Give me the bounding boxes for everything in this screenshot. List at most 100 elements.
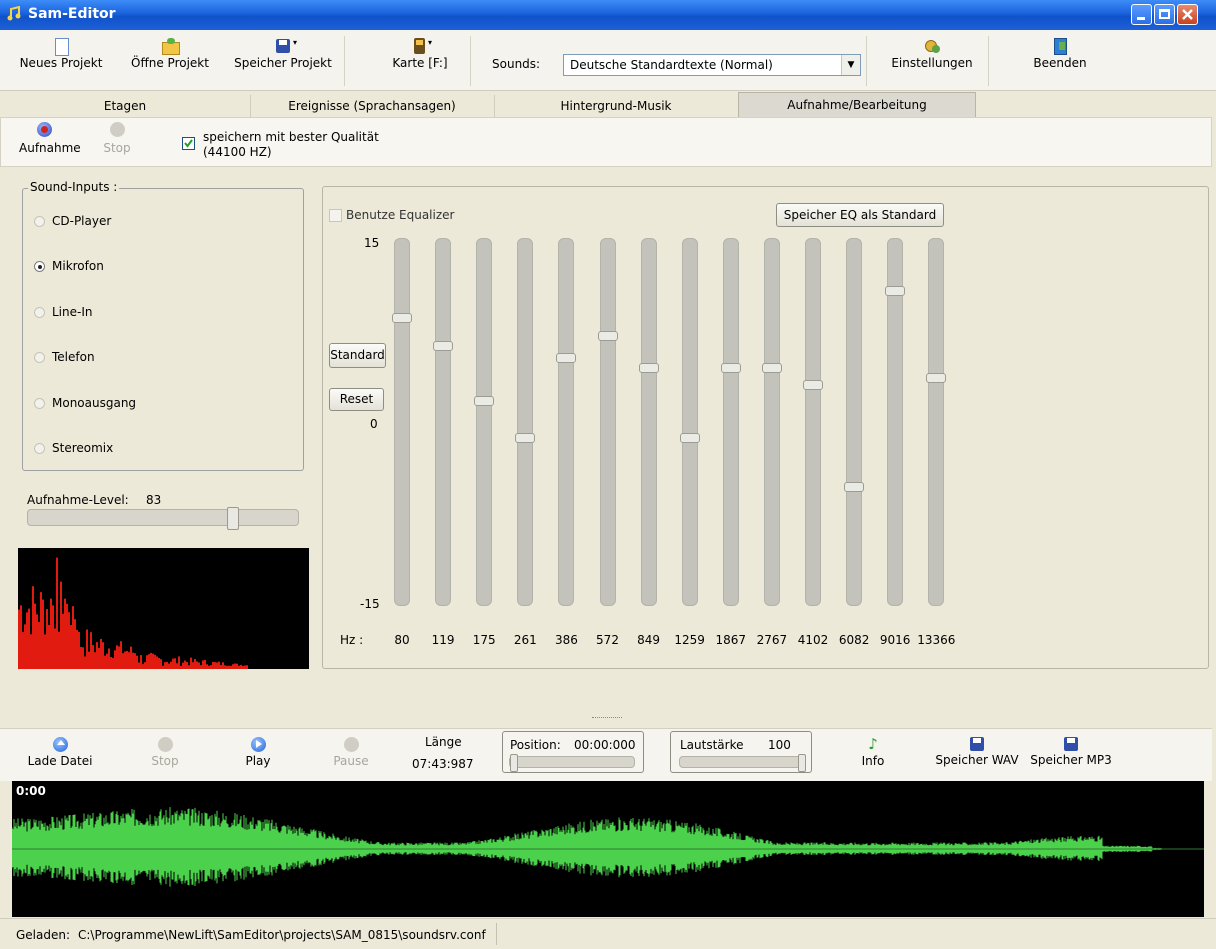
volume-label: Lautstärke	[680, 738, 744, 752]
tab-hintergrund-musik[interactable]: Hintergrund-Musik	[494, 95, 739, 117]
eq-band-slider[interactable]	[681, 238, 698, 606]
waveform-view[interactable]: 0:00	[12, 781, 1204, 917]
radio-button[interactable]	[34, 443, 45, 454]
volume-slider[interactable]	[679, 754, 806, 772]
eq-band-slider[interactable]	[722, 238, 739, 606]
save-wav-button[interactable]: Speicher WAV	[930, 731, 1024, 767]
eq-band-thumb[interactable]	[556, 353, 577, 364]
eq-reset-button[interactable]: Reset	[329, 388, 384, 411]
window-title: Sam-Editor	[28, 6, 116, 22]
save-wav-label: Speicher WAV	[935, 753, 1019, 767]
eq-band-hz-label: 1259	[674, 633, 705, 647]
player-stop-button[interactable]: Stop	[140, 731, 190, 768]
quit-label: Beenden	[1033, 56, 1087, 70]
memory-card-icon: ▾	[411, 38, 432, 54]
eq-band-thumb[interactable]	[926, 372, 947, 383]
open-folder-icon	[161, 38, 180, 55]
eq-band-slider[interactable]	[558, 238, 575, 606]
save-mp3-button[interactable]: Speicher MP3	[1026, 731, 1116, 767]
save-project-button[interactable]: ▾ Speicher Projekt	[226, 32, 340, 70]
play-button[interactable]: Play	[233, 731, 283, 768]
record-level-slider[interactable]	[27, 507, 299, 530]
sound-input-option[interactable]: CD-Player	[34, 213, 254, 231]
sound-input-option[interactable]: Mikrofon	[34, 258, 254, 276]
eq-band-thumb[interactable]	[720, 363, 741, 374]
eq-band-thumb[interactable]	[597, 331, 618, 342]
tab-ereignisse[interactable]: Ereignisse (Sprachansagen)	[250, 95, 495, 117]
toolbar-separator	[470, 36, 471, 86]
eq-band-slider[interactable]	[476, 238, 493, 606]
eq-band-thumb[interactable]	[433, 340, 454, 351]
map-button[interactable]: ▾ Karte [F:]	[372, 32, 468, 70]
maximize-button[interactable]	[1154, 4, 1175, 25]
title-bar[interactable]: Sam-Editor	[0, 0, 1216, 30]
radio-button[interactable]	[34, 306, 45, 318]
eq-band-thumb[interactable]	[803, 380, 823, 391]
volume-thumb[interactable]	[798, 754, 806, 772]
record-level-thumb[interactable]	[227, 507, 239, 530]
position-value: 00:00:000	[574, 738, 636, 752]
position-thumb[interactable]	[510, 754, 518, 772]
eq-band-slider[interactable]	[846, 238, 863, 606]
load-file-button[interactable]: Lade Datei	[20, 731, 100, 768]
eq-band-slider[interactable]	[640, 238, 657, 606]
close-button[interactable]	[1177, 4, 1198, 25]
eq-band-thumb[interactable]	[474, 396, 495, 407]
open-project-button[interactable]: Öffne Projekt	[124, 32, 216, 70]
record-stop-button[interactable]: Stop	[95, 122, 139, 155]
eq-band-thumb[interactable]	[638, 363, 659, 374]
pause-label: Pause	[333, 754, 369, 768]
eq-band-thumb[interactable]	[392, 312, 412, 323]
sound-input-option[interactable]: Stereomix	[34, 440, 254, 458]
eq-band-hz-label: 175	[472, 633, 496, 647]
toolbar-separator	[866, 36, 867, 86]
best-quality-checkbox[interactable]	[182, 137, 195, 150]
sound-input-option[interactable]: Telefon	[34, 349, 254, 367]
eq-band-slider[interactable]	[805, 238, 821, 606]
sound-input-option[interactable]: Line-In	[34, 304, 254, 322]
sound-input-label: Telefon	[52, 350, 95, 365]
eq-standard-button[interactable]: Standard	[329, 343, 386, 368]
length-label: Länge	[425, 735, 462, 749]
eq-band-slider[interactable]	[435, 238, 452, 606]
eq-band-slider[interactable]	[517, 238, 534, 606]
tab-aufnahme-bearbeitung[interactable]: Aufnahme/Bearbeitung	[738, 92, 976, 119]
eq-band-slider[interactable]	[599, 238, 616, 606]
chevron-down-icon[interactable]: ▼	[841, 55, 860, 75]
eq-band-slider[interactable]	[763, 238, 780, 606]
eq-band-thumb[interactable]	[761, 363, 782, 374]
settings-button[interactable]: Einstellungen	[880, 32, 984, 70]
eq-band-slider[interactable]	[928, 238, 945, 606]
eq-band-thumb[interactable]	[679, 432, 700, 443]
eq-band-thumb[interactable]	[844, 482, 865, 492]
use-equalizer-checkbox[interactable]	[329, 209, 342, 222]
splitter-grip[interactable]	[592, 717, 622, 721]
record-button[interactable]: Aufnahme	[19, 122, 81, 155]
toolbar-separator	[344, 36, 345, 86]
info-button[interactable]: ♪ Info	[848, 731, 898, 768]
eq-band-thumb[interactable]	[515, 432, 536, 443]
eq-band-thumb[interactable]	[885, 285, 906, 296]
new-project-button[interactable]: Neues Projekt	[18, 32, 104, 70]
sound-input-option[interactable]: Monoausgang	[34, 395, 254, 413]
radio-button[interactable]	[34, 352, 45, 364]
radio-button[interactable]	[34, 261, 45, 273]
record-level-label: Aufnahme-Level:	[27, 493, 129, 507]
pause-button[interactable]: Pause	[326, 731, 376, 768]
sound-input-label: Mikrofon	[52, 259, 104, 274]
minimize-button[interactable]	[1131, 4, 1152, 25]
floppy-disk-icon	[970, 737, 984, 751]
radio-button[interactable]	[34, 397, 45, 409]
status-separator	[496, 923, 497, 945]
quit-button[interactable]: Beenden	[1020, 32, 1100, 70]
sounds-select[interactable]: Deutsche Standardtexte (Normal) ▼	[563, 54, 861, 76]
open-project-label: Öffne Projekt	[131, 56, 209, 70]
eq-band-hz-label: 119	[431, 633, 455, 647]
eq-band-hz-label: 80	[394, 633, 410, 647]
save-eq-default-button[interactable]: Speicher EQ als Standard	[776, 203, 944, 227]
radio-button[interactable]	[34, 216, 45, 227]
eq-band-slider[interactable]	[394, 238, 410, 606]
position-slider[interactable]	[509, 754, 635, 772]
position-box: Position: 00:00:000	[502, 731, 644, 773]
tab-etagen[interactable]: Etagen	[0, 95, 251, 117]
